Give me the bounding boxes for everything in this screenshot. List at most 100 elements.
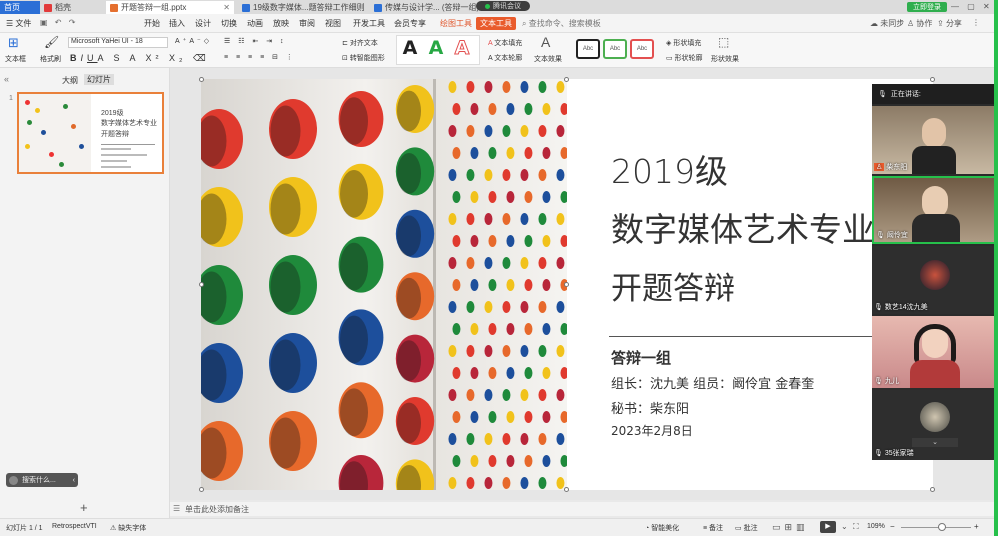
menu-item-devtools[interactable]: 开发工具 bbox=[353, 18, 385, 29]
text-effect-icon[interactable]: A bbox=[541, 34, 550, 50]
zoom-slider-track[interactable] bbox=[901, 527, 971, 528]
zoom-slider-thumb[interactable] bbox=[938, 523, 946, 531]
text-fill-icon: A bbox=[488, 40, 493, 47]
shape-fill-button[interactable]: ◈ 形状填充 bbox=[666, 38, 701, 48]
text-style-black[interactable]: A bbox=[398, 36, 422, 60]
menu-item-member[interactable]: 会员专享 bbox=[394, 18, 426, 29]
meeting-indicator[interactable]: 腾讯会议 bbox=[476, 1, 530, 11]
shape-style-red[interactable]: Abc bbox=[630, 39, 654, 59]
shape-outline-button[interactable]: ▭ 形状轮廓 bbox=[666, 53, 703, 63]
save-icon[interactable]: ▣ bbox=[40, 18, 48, 27]
collaborate-button[interactable]: ♙ 协作 bbox=[907, 18, 932, 29]
share-label: 分享 bbox=[945, 19, 962, 28]
zoom-in-icon[interactable]: + bbox=[974, 522, 979, 531]
slide-thumbnail[interactable]: 2019级 数字媒体艺术专业 开题答辩 bbox=[17, 92, 164, 174]
tab-slides[interactable]: 幻灯片 bbox=[84, 74, 114, 85]
smart-beautify-button[interactable]: ◔ 智能美化 bbox=[645, 523, 679, 533]
close-window-icon[interactable]: ✕ bbox=[983, 2, 990, 11]
menu-item-transition[interactable]: 切换 bbox=[221, 18, 237, 29]
theme-name[interactable]: RetrospectVTI bbox=[52, 523, 97, 530]
resize-handle[interactable] bbox=[199, 282, 204, 287]
align-controls[interactable]: ≡ ≡ ≡ ≡ ⊟ ⋮ bbox=[224, 53, 296, 61]
comments-button[interactable]: ▭ 批注 bbox=[735, 523, 758, 533]
video-tile[interactable]: 🎙 数艺14沈九美 bbox=[872, 246, 998, 314]
text-effect-button[interactable]: 文本效果 bbox=[534, 54, 562, 64]
list-controls[interactable]: ☰ ☷ ⇤ ⇥ ↕ bbox=[224, 37, 287, 45]
smartart-button[interactable]: ⊡ 转智能图形 bbox=[342, 53, 385, 63]
notes-bar[interactable]: ☰ 单击此处添加备注 bbox=[170, 502, 998, 516]
minimize-icon[interactable]: — bbox=[951, 2, 959, 11]
textbox-button[interactable]: 文本框 bbox=[5, 54, 26, 64]
undo-icon[interactable]: ↶ bbox=[55, 18, 62, 27]
sync-status[interactable]: ☁ 未同步 bbox=[870, 18, 904, 29]
text-style-green[interactable]: A bbox=[424, 36, 448, 60]
share-button[interactable]: ⇪ 分享 bbox=[937, 18, 962, 29]
menu-item-text-tools[interactable]: 文本工具 bbox=[476, 17, 516, 30]
resize-handle[interactable] bbox=[564, 282, 569, 287]
maximize-icon[interactable]: ▢ bbox=[967, 2, 975, 11]
assistant-search[interactable]: 搜索什么... ‹ bbox=[6, 473, 78, 487]
play-options-chevron-icon[interactable]: ⌄ bbox=[841, 522, 848, 531]
resize-handle[interactable] bbox=[930, 487, 935, 492]
align-text-button[interactable]: ⊏ 对齐文本 bbox=[342, 38, 378, 48]
menu-item-start[interactable]: 开始 bbox=[144, 18, 160, 29]
font-name-select[interactable]: Microsoft YaHei UI - 18 bbox=[68, 37, 168, 48]
text-outline-button[interactable]: A 文本轮廓 bbox=[488, 53, 522, 63]
redo-icon[interactable]: ↷ bbox=[69, 18, 76, 27]
video-tile[interactable]: ♙ 柴东阳 bbox=[872, 106, 998, 174]
menu-item-drawing-tools[interactable]: 绘图工具 bbox=[440, 18, 472, 29]
thumbnail-image bbox=[19, 94, 91, 172]
shape-effect-button[interactable]: 形状效果 bbox=[711, 54, 739, 64]
shape-outline-label: 形状轮廓 bbox=[674, 55, 703, 62]
zoom-out-icon[interactable]: − bbox=[890, 522, 895, 531]
menu-item-design[interactable]: 设计 bbox=[195, 18, 211, 29]
resize-handle[interactable] bbox=[199, 77, 204, 82]
textbox-icon[interactable]: ⊞ bbox=[8, 35, 19, 51]
text-fill-button[interactable]: A 文本填充 bbox=[488, 38, 522, 48]
play-icon[interactable]: ▶ bbox=[820, 521, 836, 533]
view-mode-controls[interactable]: ▭⊞▥ bbox=[772, 522, 809, 533]
tab-home[interactable]: 首页 bbox=[0, 1, 40, 14]
file-menu[interactable]: ☰ 文件 bbox=[6, 18, 31, 29]
menu-item-slideshow[interactable]: 放映 bbox=[273, 18, 289, 29]
resize-handle[interactable] bbox=[564, 77, 569, 82]
menu-item-view[interactable]: 视图 bbox=[325, 18, 341, 29]
menu-item-animation[interactable]: 动画 bbox=[247, 18, 263, 29]
tab-document-2[interactable]: 传媒与设计学... (答辩一组) bbox=[370, 1, 478, 14]
microphone-icon: 🎙 bbox=[874, 450, 883, 457]
text-style-outline[interactable]: A bbox=[450, 36, 474, 60]
chevron-down-icon[interactable]: ⌄ bbox=[912, 438, 958, 447]
login-button[interactable]: 立即登录 bbox=[907, 2, 947, 12]
resize-handle[interactable] bbox=[199, 487, 204, 492]
chevron-left-icon[interactable]: ‹ bbox=[73, 477, 78, 484]
format-painter-button[interactable]: 格式刷 bbox=[40, 54, 61, 64]
font-style-controls[interactable]: BIUA S A X² X₂ ⌫ bbox=[70, 53, 210, 64]
tab-document[interactable]: 19级数字媒体...题答辩工作细则 bbox=[238, 1, 366, 14]
missing-font-button[interactable]: ⚠ 缺失字体 bbox=[110, 523, 146, 533]
smart-beautify-label: 智能美化 bbox=[651, 525, 680, 532]
video-tile-active-speaker[interactable]: 🎙 阚伶宜 bbox=[872, 176, 998, 244]
tab-presentation[interactable]: 开题答辩一组.pptx ✕ bbox=[106, 1, 234, 14]
resize-handle[interactable] bbox=[564, 487, 569, 492]
add-slide-icon[interactable]: + bbox=[80, 500, 88, 515]
menu-item-insert[interactable]: 插入 bbox=[169, 18, 185, 29]
zoom-level[interactable]: 109% bbox=[867, 523, 885, 530]
resize-handle[interactable] bbox=[930, 77, 935, 82]
collapse-icon[interactable]: « bbox=[4, 74, 9, 84]
zoom-fit-icon[interactable]: ⛶ bbox=[853, 522, 859, 532]
notes-button[interactable]: ≡ 备注 bbox=[703, 523, 723, 533]
tab-outline[interactable]: 大纲 bbox=[62, 75, 78, 86]
command-search[interactable]: ⌕ 查找命令、搜索模板 bbox=[522, 18, 601, 29]
video-tile[interactable]: 🎙 九儿 bbox=[872, 316, 998, 388]
font-size-controls[interactable]: A⁺A⁻◇ bbox=[175, 37, 212, 45]
close-icon[interactable]: ✕ bbox=[223, 3, 230, 12]
text-outline-label: 文本轮廓 bbox=[494, 55, 523, 62]
shape-style-green[interactable]: Abc bbox=[603, 39, 627, 59]
video-tile[interactable]: ⌄ 🎙 35张家瑞 bbox=[872, 390, 998, 460]
more-icon[interactable]: ⋮ bbox=[972, 18, 980, 27]
shape-effect-icon[interactable]: ⬚ bbox=[718, 35, 729, 49]
menu-item-review[interactable]: 审阅 bbox=[299, 18, 315, 29]
brush-icon[interactable]: 🖌 bbox=[44, 35, 59, 49]
tab-docer[interactable]: 稻壳 bbox=[40, 1, 104, 14]
shape-style-dark[interactable]: Abc bbox=[576, 39, 600, 59]
